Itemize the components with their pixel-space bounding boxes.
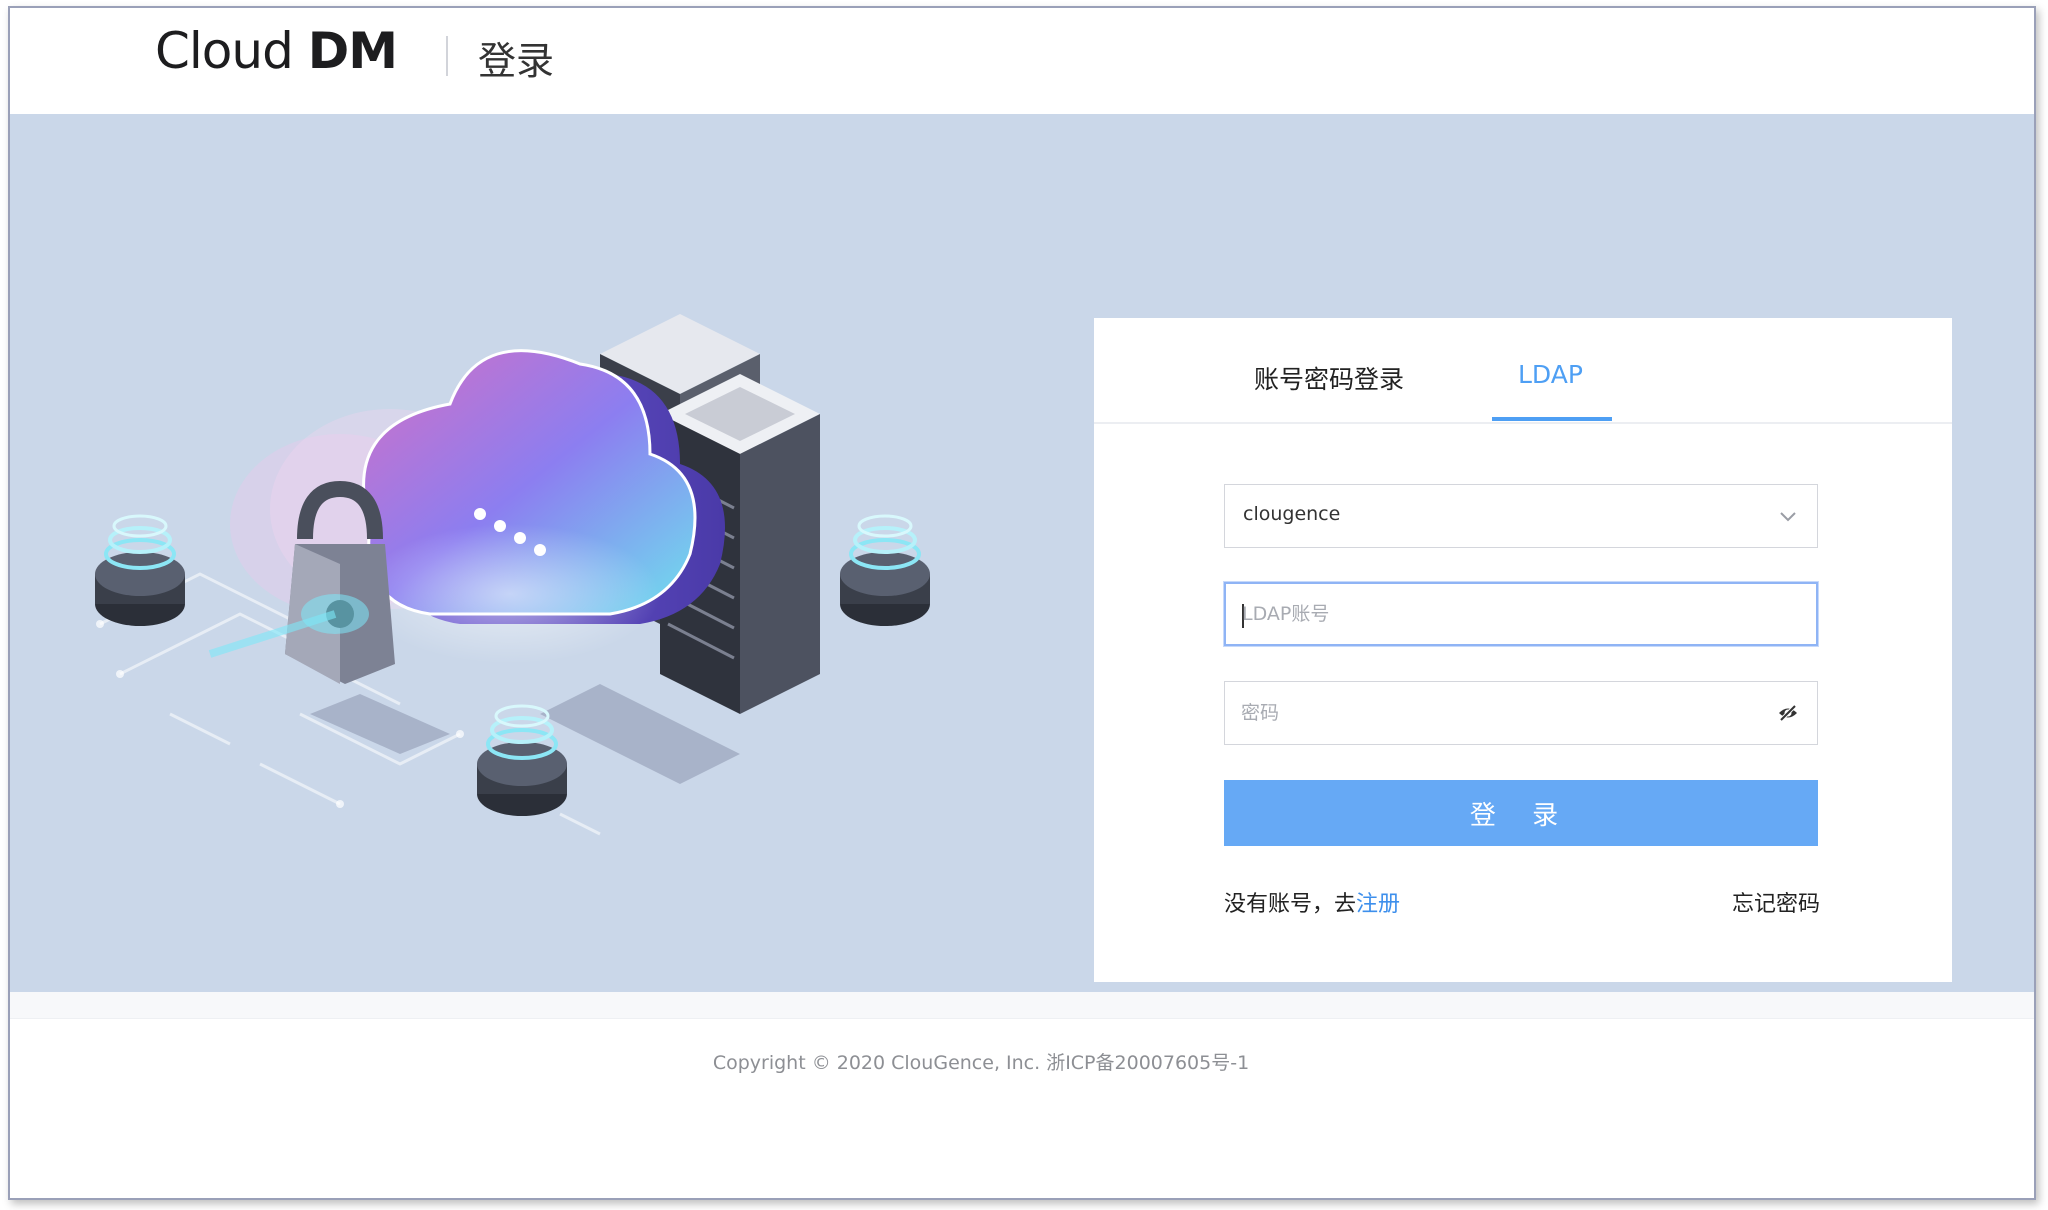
browser-frame: Cloud DM 登录 账号密码登录 LDAP clougence LDAP账号… xyxy=(8,6,2036,1200)
page-header: Cloud DM 登录 xyxy=(10,8,2034,114)
chevron-down-icon xyxy=(1780,512,1796,522)
login-button[interactable]: 登 录 xyxy=(1224,780,1818,846)
logo-text-cloud: Cloud xyxy=(155,22,294,80)
tab-ldap[interactable]: LDAP xyxy=(1518,360,1583,389)
pedestal-right xyxy=(840,514,930,626)
register-link[interactable]: 注册 xyxy=(1356,892,1400,917)
cloud-dm-logo[interactable]: Cloud DM xyxy=(155,22,398,80)
hero-section: 账号密码登录 LDAP clougence LDAP账号 登 录 没有账号，去注… xyxy=(10,114,2034,992)
ldap-account-input[interactable] xyxy=(1242,584,1762,644)
password-field[interactable] xyxy=(1224,681,1818,745)
cloud-security-illustration xyxy=(95,314,930,836)
no-account-text: 没有账号，去 xyxy=(1224,892,1357,917)
page-title: 登录 xyxy=(478,39,555,83)
tab-account-password[interactable]: 账号密码登录 xyxy=(1254,360,1404,396)
header-divider xyxy=(446,36,448,76)
pedestal-left xyxy=(95,514,185,626)
domain-select[interactable]: clougence xyxy=(1224,484,1818,548)
login-tabs: 账号密码登录 LDAP xyxy=(1094,318,1952,424)
register-prompt: 没有账号，去注册 xyxy=(1224,886,1400,918)
password-input[interactable] xyxy=(1241,682,1761,744)
copyright-text: Copyright © 2020 ClouGence, Inc. 浙ICP备20… xyxy=(712,1052,1250,1074)
pedestal-bottom xyxy=(477,704,567,816)
login-card: 账号密码登录 LDAP clougence LDAP账号 登 录 没有账号，去注… xyxy=(1094,318,1952,982)
footer-divider xyxy=(10,992,2034,1019)
logo-text-dm: DM xyxy=(307,22,398,80)
eye-off-icon[interactable] xyxy=(1777,702,1799,724)
domain-select-value: clougence xyxy=(1243,503,1341,525)
active-tab-indicator xyxy=(1492,417,1612,421)
ldap-account-field[interactable] xyxy=(1224,582,1818,646)
forgot-password-link[interactable]: 忘记密码 xyxy=(1732,886,1820,918)
